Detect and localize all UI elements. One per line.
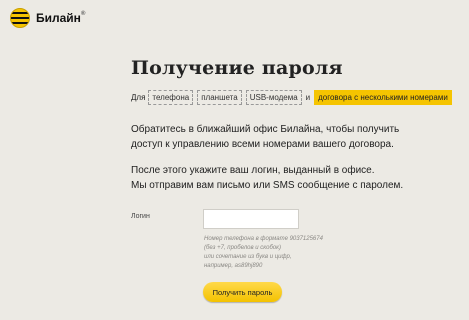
device-option-tablet[interactable]: планшета (197, 90, 242, 105)
login-hint-line: или сочетание из букв и цифр, (204, 254, 292, 260)
get-password-button[interactable]: Получить пароль (203, 282, 282, 302)
instruction-line: После этого укажите ваш логин, выданный … (131, 165, 375, 176)
login-hint-line: например, as89hj890 (204, 263, 263, 269)
beeline-logo[interactable]: Билайн® (10, 8, 85, 28)
device-selector: Для телефона планшета USB-модема и догов… (131, 90, 452, 105)
brand-name: Билайн® (36, 11, 86, 25)
device-option-usb-modem[interactable]: USB-модема (245, 90, 302, 105)
device-option-phone[interactable]: телефона (148, 90, 194, 105)
login-hint-line: Номер телефона в формате 9037125674 (204, 236, 323, 242)
login-hint-line: (без +7, пробелов и скобок) (204, 245, 281, 251)
instruction-line: Мы отправим вам письмо или SMS сообщение… (131, 179, 404, 191)
beeline-logo-icon (10, 8, 30, 28)
device-selector-separator: и (305, 93, 311, 102)
login-label: Логин (131, 213, 150, 220)
login-hint: Номер телефона в формате 9037125674 (без… (204, 235, 323, 271)
login-input[interactable] (203, 209, 299, 229)
instruction-paragraph-1: Обратитесь в ближайший офис Билайна, что… (131, 123, 399, 152)
instruction-paragraph-2: После этого укажите ваш логин, выданный … (131, 164, 403, 193)
instruction-line: доступ к управлению всеми номерами вашег… (131, 138, 394, 150)
device-selector-prefix: Для (131, 93, 146, 102)
instruction-line: Обратитесь в ближайший офис Билайна, что… (131, 124, 400, 135)
device-option-contract[interactable]: договора с несколькими номерами (314, 90, 452, 105)
page-title: Получение пароля (131, 57, 343, 79)
